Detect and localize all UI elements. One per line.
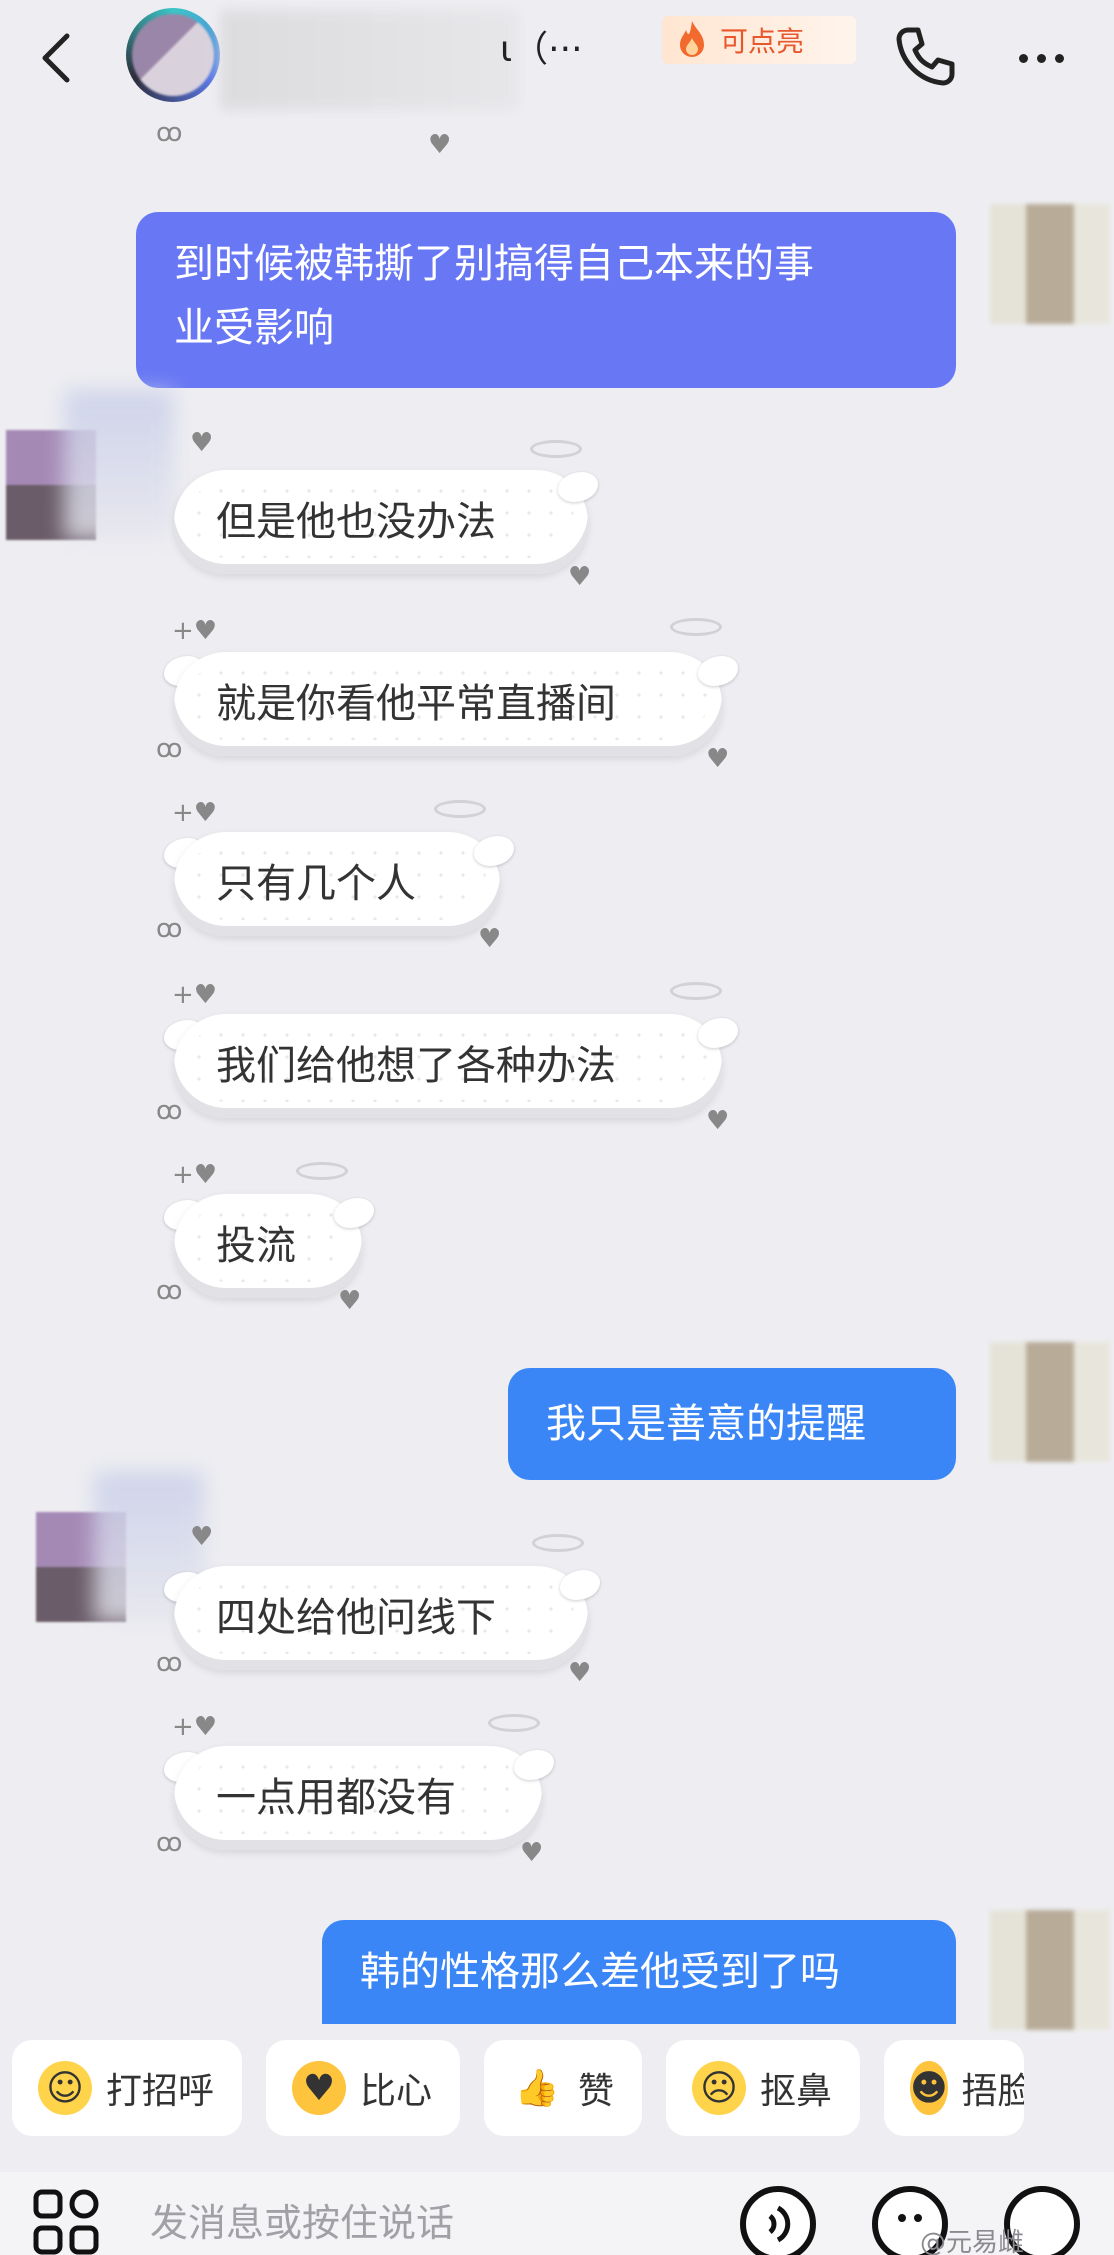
halo-decoration xyxy=(532,1534,584,1552)
quick-reply-like[interactable]: 👍 赞 xyxy=(484,2040,643,2136)
message-text: 一点用都没有 xyxy=(216,1775,456,1821)
back-button[interactable] xyxy=(28,28,84,88)
heart-decoration: ♥ xyxy=(190,1522,214,1552)
voice-input-button[interactable] xyxy=(740,2186,816,2255)
quick-reply-facepalm[interactable]: ☻ 捂脸 xyxy=(884,2040,1025,2136)
sparkle-decoration: +♥ xyxy=(172,1712,218,1742)
bow-decoration: ꝏ xyxy=(156,1276,183,1306)
heart-decoration: ♥ xyxy=(568,562,592,592)
halo-decoration xyxy=(434,800,486,818)
greeting-emoji-icon: ☺ xyxy=(38,2061,92,2115)
bow-decoration: ꝏ xyxy=(156,1096,183,1126)
received-message-bubble[interactable]: 只有几个人 xyxy=(174,832,500,936)
contact-message-avatar[interactable] xyxy=(6,430,96,540)
bow-decoration: ꝏ xyxy=(156,914,183,944)
quick-reply-label: 赞 xyxy=(578,2071,615,2112)
heart-hands-emoji-icon: ♥ xyxy=(292,2061,347,2115)
heart-decoration: ♥ xyxy=(520,1838,544,1868)
wing-decoration xyxy=(698,656,738,686)
received-message-bubble[interactable]: 一点用都没有 xyxy=(174,1746,542,1850)
contact-name-obscured xyxy=(220,10,520,110)
quick-reply-bar: ☺ 打招呼 ♥ 比心 👍 赞 ☹ 抠鼻 ☻ 捂脸 xyxy=(0,2040,1114,2150)
dot-icon xyxy=(1036,53,1046,63)
halo-decoration xyxy=(488,1714,540,1732)
dot-icon xyxy=(1054,53,1064,63)
wing-decoration xyxy=(698,1018,738,1048)
received-message-bubble[interactable]: 就是你看他平常直播间 xyxy=(174,652,722,756)
received-message-bubble[interactable]: 投流 xyxy=(174,1194,362,1298)
heart-decoration: ♥ xyxy=(338,1286,362,1316)
bow-decoration: ꝏ xyxy=(156,1648,183,1678)
sparkle-decoration: +♥ xyxy=(172,798,218,828)
message-text: 业受影响 xyxy=(174,305,334,351)
flame-icon xyxy=(680,21,704,57)
message-text: 韩的性格那么差他受到了吗 xyxy=(360,1949,840,1995)
my-avatar[interactable] xyxy=(990,1342,1110,1462)
message-text: 投流 xyxy=(216,1223,296,1269)
received-message-bubble[interactable]: 四处给他问线下 xyxy=(174,1566,588,1670)
message-text: 就是你看他平常直播间 xyxy=(216,681,616,727)
contact-message-avatar[interactable] xyxy=(36,1512,126,1622)
halo-decoration xyxy=(670,618,722,636)
received-message-bubble[interactable]: 我们给他想了各种办法 xyxy=(174,1014,722,1118)
wing-decoration xyxy=(514,1750,554,1780)
spark-badge[interactable]: 可点亮 xyxy=(662,16,856,64)
heart-decoration: ♥ xyxy=(706,1106,730,1136)
message-text: 四处给他问线下 xyxy=(216,1595,496,1641)
voice-call-button[interactable] xyxy=(890,22,960,92)
phone-icon xyxy=(896,27,955,86)
watermark: @元易雌 xyxy=(920,2228,1025,2255)
quick-reply-label: 抠鼻 xyxy=(760,2071,833,2112)
halo-decoration xyxy=(670,982,722,1000)
halo-decoration xyxy=(530,440,582,458)
message-text: 我只是善意的提醒 xyxy=(546,1401,866,1447)
wing-decoration xyxy=(558,472,598,502)
message-text: 我们给他想了各种办法 xyxy=(216,1043,616,1089)
heart-decoration: ♥ xyxy=(478,924,502,954)
sparkle-decoration: +♥ xyxy=(172,616,218,646)
quick-reply-label: 捂脸 xyxy=(961,2071,1025,2112)
message-text: 但是他也没办法 xyxy=(216,499,496,545)
quick-reply-greeting[interactable]: ☺ 打招呼 xyxy=(12,2040,243,2136)
quick-reply-label: 比心 xyxy=(360,2071,433,2112)
heart-decoration: ♥ xyxy=(428,130,452,160)
apps-grid-icon[interactable] xyxy=(30,2186,102,2255)
bow-decoration: ꝏ xyxy=(156,734,183,764)
heart-decoration: ♥ xyxy=(190,428,214,458)
nose-pick-emoji-icon: ☹ xyxy=(692,2061,747,2115)
contact-avatar[interactable] xyxy=(126,8,220,102)
dot-icon xyxy=(1018,53,1028,63)
contact-name-fragment: ι（··· xyxy=(500,29,583,70)
sparkle-decoration: +♥ xyxy=(172,1160,218,1190)
wing-decoration xyxy=(334,1198,374,1228)
bow-decoration: ꝏ xyxy=(156,1828,183,1858)
wing-decoration xyxy=(560,1570,600,1600)
message-text: 到时候被韩撕了别搞得自己本来的事 xyxy=(174,241,814,287)
wing-decoration xyxy=(474,836,514,866)
chevron-left-icon xyxy=(42,33,70,83)
received-message-bubble[interactable]: 但是他也没办法 xyxy=(174,470,588,574)
message-list[interactable]: ꝏ ♥ 到时候被韩撕了别搞得自己本来的事 业受影响 ♥ 但是他也没办法 ♥ +♥… xyxy=(0,118,1114,2030)
quick-reply-label: 打招呼 xyxy=(106,2071,215,2112)
quick-reply-nose-pick[interactable]: ☹ 抠鼻 xyxy=(666,2040,861,2136)
sound-wave-icon xyxy=(768,2205,791,2243)
sent-message-bubble[interactable]: 我只是善意的提醒 xyxy=(508,1368,956,1480)
heart-decoration: ♥ xyxy=(706,744,730,774)
facepalm-emoji-icon: ☻ xyxy=(910,2061,948,2115)
sent-message-bubble[interactable]: 到时候被韩撕了别搞得自己本来的事 业受影响 xyxy=(136,212,956,388)
quick-reply-heart[interactable]: ♥ 比心 xyxy=(266,2040,461,2136)
spark-badge-label: 可点亮 xyxy=(720,25,805,58)
thumbs-up-icon: 👍 xyxy=(514,2068,560,2109)
chat-header: ι（··· 可点亮 xyxy=(0,0,1114,120)
heart-decoration: ♥ xyxy=(568,1658,592,1688)
sent-message-bubble[interactable]: 韩的性格那么差他受到了吗 xyxy=(322,1920,956,2024)
bubble-decoration: ꝏ xyxy=(156,118,183,148)
sparkle-decoration: +♥ xyxy=(172,980,218,1010)
more-options-button[interactable] xyxy=(1006,28,1076,88)
my-avatar[interactable] xyxy=(990,204,1110,324)
halo-decoration xyxy=(296,1162,348,1180)
message-text: 只有几个人 xyxy=(216,861,416,907)
message-input[interactable]: 发消息或按住说话 xyxy=(150,2192,454,2247)
my-avatar[interactable] xyxy=(990,1910,1110,2030)
